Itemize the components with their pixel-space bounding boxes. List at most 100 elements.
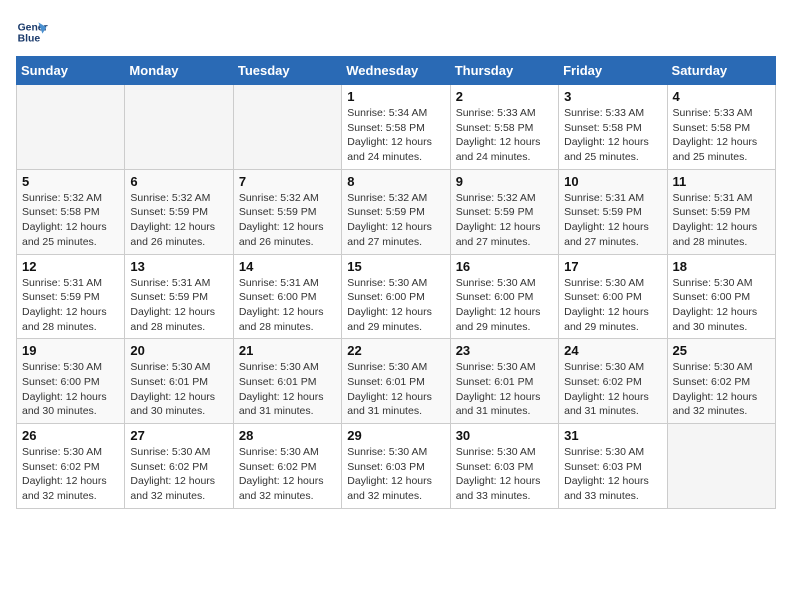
day-number: 11: [673, 174, 770, 189]
calendar-cell: 25 Sunrise: 5:30 AM Sunset: 6:02 PM Dayli…: [667, 339, 775, 424]
calendar-cell: 30Sunrise: 5:30 AM Sunset: 6:03 PM Dayli…: [450, 424, 558, 509]
day-number: 25: [673, 343, 770, 358]
day-number: 19: [22, 343, 119, 358]
day-number: 14: [239, 259, 336, 274]
day-info: Sunrise: 5:31 AM Sunset: 6:00 PM Dayligh…: [239, 276, 336, 335]
weekday-header-sunday: Sunday: [17, 57, 125, 85]
day-info: Sunrise: 5:30 AM Sunset: 6:00 PM Dayligh…: [673, 276, 770, 335]
day-info: Sunrise: 5:31 AM Sunset: 5:59 PM Dayligh…: [673, 191, 770, 250]
day-number: 22: [347, 343, 444, 358]
calendar-cell: 19 Sunrise: 5:30 AM Sunset: 6:00 PM Dayli…: [17, 339, 125, 424]
day-info: Sunrise: 5:30 AM Sunset: 6:02 PM Dayligh…: [564, 360, 661, 419]
day-number: 17: [564, 259, 661, 274]
day-number: 30: [456, 428, 553, 443]
calendar-cell: 8 Sunrise: 5:32 AM Sunset: 5:59 PM Daylig…: [342, 169, 450, 254]
calendar-cell: 31Sunrise: 5:30 AM Sunset: 6:03 PM Dayli…: [559, 424, 667, 509]
day-info: Sunrise: 5:32 AM Sunset: 5:59 PM Dayligh…: [130, 191, 227, 250]
day-number: 5: [22, 174, 119, 189]
logo: General Blue: [16, 16, 52, 48]
day-number: 26: [22, 428, 119, 443]
calendar-cell: 16 Sunrise: 5:30 AM Sunset: 6:00 PM Dayli…: [450, 254, 558, 339]
weekday-header-thursday: Thursday: [450, 57, 558, 85]
day-info: Sunrise: 5:30 AM Sunset: 6:01 PM Dayligh…: [239, 360, 336, 419]
weekday-header-friday: Friday: [559, 57, 667, 85]
day-number: 31: [564, 428, 661, 443]
calendar-cell: 26 Sunrise: 5:30 AM Sunset: 6:02 PM Dayli…: [17, 424, 125, 509]
day-number: 10: [564, 174, 661, 189]
calendar-cell: 2Sunrise: 5:33 AM Sunset: 5:58 PM Daylig…: [450, 85, 558, 170]
day-number: 7: [239, 174, 336, 189]
day-info: Sunrise: 5:32 AM Sunset: 5:59 PM Dayligh…: [239, 191, 336, 250]
calendar-cell: 5 Sunrise: 5:32 AM Sunset: 5:58 PM Daylig…: [17, 169, 125, 254]
day-info: Sunrise: 5:30 AM Sunset: 6:00 PM Dayligh…: [456, 276, 553, 335]
calendar-cell: 15Sunrise: 5:30 AM Sunset: 6:00 PM Dayli…: [342, 254, 450, 339]
calendar-cell: [233, 85, 341, 170]
calendar-cell: 10 Sunrise: 5:31 AM Sunset: 5:59 PM Dayli…: [559, 169, 667, 254]
day-info: Sunrise: 5:31 AM Sunset: 5:59 PM Dayligh…: [130, 276, 227, 335]
calendar-cell: [667, 424, 775, 509]
calendar-cell: 28 Sunrise: 5:30 AM Sunset: 6:02 PM Dayli…: [233, 424, 341, 509]
day-number: 3: [564, 89, 661, 104]
calendar-cell: 13 Sunrise: 5:31 AM Sunset: 5:59 PM Dayli…: [125, 254, 233, 339]
day-info: Sunrise: 5:30 AM Sunset: 6:02 PM Dayligh…: [673, 360, 770, 419]
weekday-header-tuesday: Tuesday: [233, 57, 341, 85]
day-number: 13: [130, 259, 227, 274]
day-number: 29: [347, 428, 444, 443]
calendar-cell: [17, 85, 125, 170]
day-info: Sunrise: 5:30 AM Sunset: 6:01 PM Dayligh…: [347, 360, 444, 419]
calendar-cell: 20 Sunrise: 5:30 AM Sunset: 6:01 PM Dayli…: [125, 339, 233, 424]
calendar-cell: 1 Sunrise: 5:34 AM Sunset: 5:58 PM Daylig…: [342, 85, 450, 170]
calendar-cell: 12 Sunrise: 5:31 AM Sunset: 5:59 PM Dayli…: [17, 254, 125, 339]
day-info: Sunrise: 5:32 AM Sunset: 5:59 PM Dayligh…: [347, 191, 444, 250]
day-info: Sunrise: 5:32 AM Sunset: 5:59 PM Dayligh…: [456, 191, 553, 250]
weekday-header-wednesday: Wednesday: [342, 57, 450, 85]
calendar-cell: 4 Sunrise: 5:33 AM Sunset: 5:58 PM Daylig…: [667, 85, 775, 170]
day-number: 24: [564, 343, 661, 358]
day-info: Sunrise: 5:30 AM Sunset: 6:01 PM Dayligh…: [456, 360, 553, 419]
day-number: 2: [456, 89, 553, 104]
day-number: 16: [456, 259, 553, 274]
day-number: 18: [673, 259, 770, 274]
calendar-cell: 21 Sunrise: 5:30 AM Sunset: 6:01 PM Dayli…: [233, 339, 341, 424]
calendar-cell: 6 Sunrise: 5:32 AM Sunset: 5:59 PM Daylig…: [125, 169, 233, 254]
calendar-cell: 17 Sunrise: 5:30 AM Sunset: 6:00 PM Dayli…: [559, 254, 667, 339]
calendar-cell: 14 Sunrise: 5:31 AM Sunset: 6:00 PM Dayli…: [233, 254, 341, 339]
day-number: 4: [673, 89, 770, 104]
day-info: Sunrise: 5:32 AM Sunset: 5:58 PM Dayligh…: [22, 191, 119, 250]
day-info: Sunrise: 5:33 AM Sunset: 5:58 PM Dayligh…: [673, 106, 770, 165]
day-info: Sunrise: 5:33 AM Sunset: 5:58 PM Dayligh…: [564, 106, 661, 165]
day-info: Sunrise: 5:31 AM Sunset: 5:59 PM Dayligh…: [564, 191, 661, 250]
day-number: 27: [130, 428, 227, 443]
day-number: 23: [456, 343, 553, 358]
day-info: Sunrise: 5:31 AM Sunset: 5:59 PM Dayligh…: [22, 276, 119, 335]
calendar-cell: 11 Sunrise: 5:31 AM Sunset: 5:59 PM Dayli…: [667, 169, 775, 254]
calendar-cell: 23 Sunrise: 5:30 AM Sunset: 6:01 PM Dayli…: [450, 339, 558, 424]
day-info: Sunrise: 5:30 AM Sunset: 6:03 PM Dayligh…: [347, 445, 444, 504]
day-info: Sunrise: 5:30 AM Sunset: 6:02 PM Dayligh…: [239, 445, 336, 504]
day-number: 21: [239, 343, 336, 358]
day-number: 8: [347, 174, 444, 189]
day-info: Sunrise: 5:34 AM Sunset: 5:58 PM Dayligh…: [347, 106, 444, 165]
calendar-cell: 7 Sunrise: 5:32 AM Sunset: 5:59 PM Daylig…: [233, 169, 341, 254]
day-number: 6: [130, 174, 227, 189]
calendar-cell: [125, 85, 233, 170]
day-number: 1: [347, 89, 444, 104]
weekday-header-monday: Monday: [125, 57, 233, 85]
day-number: 12: [22, 259, 119, 274]
calendar-cell: 3 Sunrise: 5:33 AM Sunset: 5:58 PM Daylig…: [559, 85, 667, 170]
calendar-table: SundayMondayTuesdayWednesdayThursdayFrid…: [16, 56, 776, 509]
calendar-cell: 9Sunrise: 5:32 AM Sunset: 5:59 PM Daylig…: [450, 169, 558, 254]
calendar-cell: 27 Sunrise: 5:30 AM Sunset: 6:02 PM Dayli…: [125, 424, 233, 509]
day-number: 20: [130, 343, 227, 358]
day-info: Sunrise: 5:30 AM Sunset: 6:02 PM Dayligh…: [22, 445, 119, 504]
calendar-cell: 29 Sunrise: 5:30 AM Sunset: 6:03 PM Dayli…: [342, 424, 450, 509]
day-info: Sunrise: 5:30 AM Sunset: 6:01 PM Dayligh…: [130, 360, 227, 419]
day-info: Sunrise: 5:30 AM Sunset: 6:00 PM Dayligh…: [564, 276, 661, 335]
day-info: Sunrise: 5:30 AM Sunset: 6:00 PM Dayligh…: [22, 360, 119, 419]
day-number: 15: [347, 259, 444, 274]
day-number: 28: [239, 428, 336, 443]
day-info: Sunrise: 5:30 AM Sunset: 6:02 PM Dayligh…: [130, 445, 227, 504]
calendar-cell: 18 Sunrise: 5:30 AM Sunset: 6:00 PM Dayli…: [667, 254, 775, 339]
weekday-header-saturday: Saturday: [667, 57, 775, 85]
calendar-cell: 24 Sunrise: 5:30 AM Sunset: 6:02 PM Dayli…: [559, 339, 667, 424]
